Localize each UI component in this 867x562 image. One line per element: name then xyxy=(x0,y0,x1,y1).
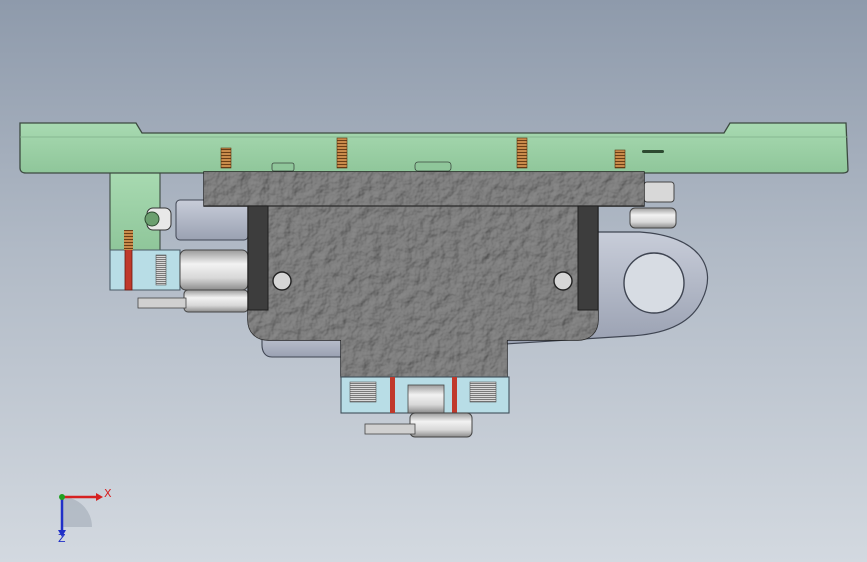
red-rod-bottom-b xyxy=(452,377,457,413)
right-guide-rail xyxy=(577,205,599,311)
z-axis-label: Z xyxy=(58,532,66,545)
top-plate[interactable] xyxy=(19,122,849,174)
plate-slot xyxy=(642,150,664,153)
pivot-hole xyxy=(623,252,685,314)
y-axis-icon xyxy=(59,494,65,500)
right-bore xyxy=(553,271,573,291)
axis-triad: X Z xyxy=(58,487,112,545)
left-bore xyxy=(272,271,292,291)
bottom-roller[interactable] xyxy=(409,412,473,438)
3d-viewport[interactable]: X Z xyxy=(0,0,867,562)
x-axis-label: X xyxy=(104,487,112,500)
bottom-clamp[interactable] xyxy=(340,376,510,438)
left-guide-rail xyxy=(247,205,269,311)
red-rod-bottom-a xyxy=(390,377,395,413)
